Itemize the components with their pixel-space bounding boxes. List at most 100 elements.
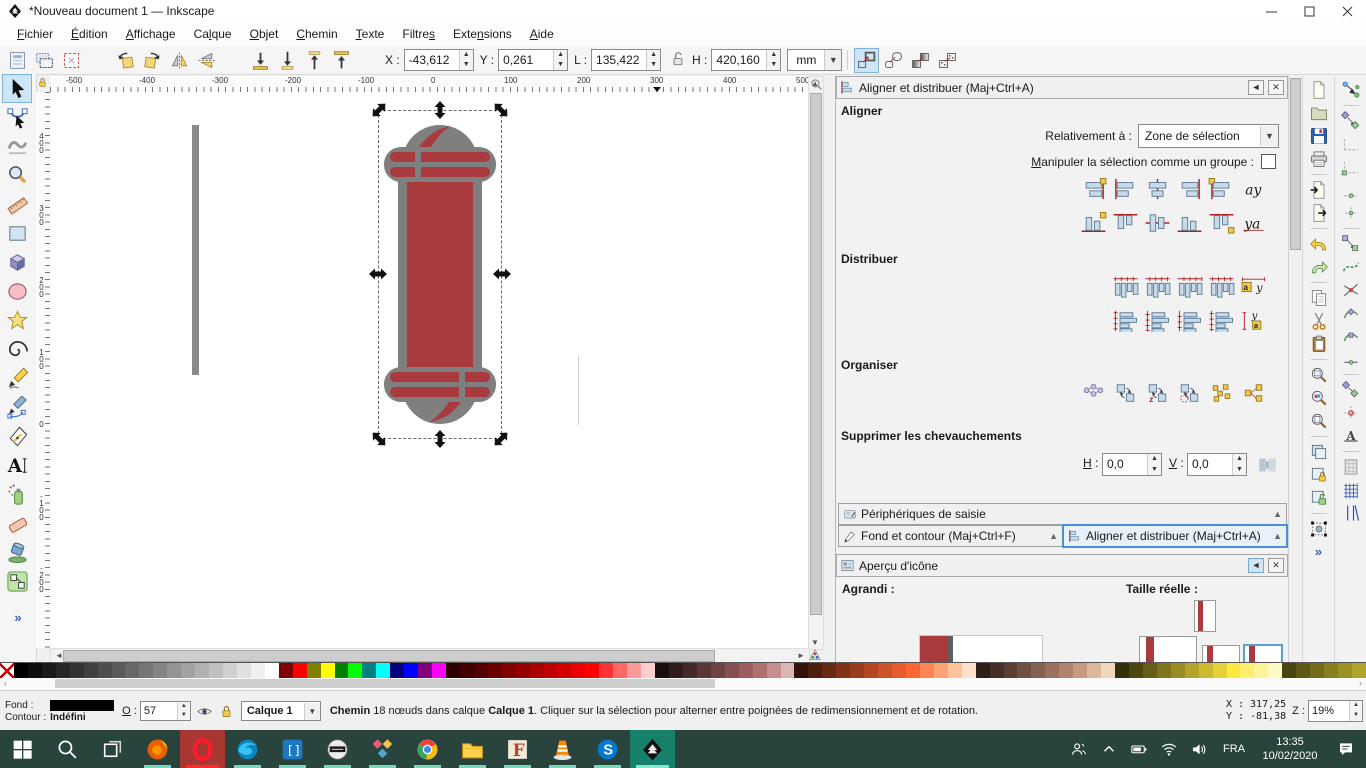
transform-gradients-icon[interactable] <box>908 48 933 73</box>
copy-icon[interactable] <box>1307 286 1331 309</box>
palette-swatch[interactable] <box>125 663 140 679</box>
palette-swatch[interactable] <box>808 663 823 679</box>
taskbar-item[interactable] <box>450 730 495 768</box>
snap-page-border-icon[interactable] <box>1339 455 1363 478</box>
paint-bucket-icon[interactable] <box>2 538 32 567</box>
snap-enabled-icon[interactable] <box>1339 78 1363 101</box>
palette-swatch[interactable] <box>1282 663 1297 679</box>
more-icon[interactable]: » <box>1307 540 1331 563</box>
palette-swatch[interactable] <box>1170 663 1185 679</box>
menu-item[interactable]: Édition <box>62 24 117 44</box>
zoom-page-icon[interactable] <box>1307 409 1331 432</box>
palette-swatch[interactable] <box>919 663 934 679</box>
language-indicator[interactable]: FRA <box>1214 743 1254 755</box>
redo-icon[interactable] <box>1307 255 1331 278</box>
palette-swatch[interactable] <box>1338 663 1352 679</box>
palette-swatch[interactable] <box>446 663 460 679</box>
palette-swatch[interactable] <box>1031 663 1046 679</box>
palette-swatch[interactable] <box>947 663 962 679</box>
palette-swatch[interactable] <box>752 663 767 679</box>
palette-swatch[interactable] <box>139 663 154 679</box>
palette-swatch[interactable] <box>613 663 628 679</box>
menu-item[interactable]: Extensions <box>444 24 521 44</box>
palette-swatch[interactable] <box>418 663 433 679</box>
tray-item[interactable] <box>1124 730 1154 768</box>
distribute-top-edges-icon[interactable] <box>1110 308 1140 334</box>
menu-item[interactable]: Objet <box>241 24 288 44</box>
dock-scrollbar[interactable] <box>1288 76 1302 662</box>
palette-swatch[interactable] <box>404 663 419 679</box>
palette-swatch[interactable] <box>780 663 795 679</box>
palette-swatch[interactable] <box>1087 663 1102 679</box>
tray-item[interactable] <box>1064 730 1094 768</box>
palette-swatch[interactable] <box>1198 663 1213 679</box>
scale-handle-n[interactable] <box>434 101 446 119</box>
align-right-to-anchor-left-icon[interactable] <box>1078 176 1108 202</box>
palette-swatch[interactable] <box>1324 663 1338 679</box>
layer-dropdown[interactable]: Calque 1 ▼ <box>240 701 321 721</box>
palette-swatch[interactable] <box>1268 663 1283 679</box>
palette-swatch[interactable] <box>320 663 335 679</box>
box-3d-icon[interactable] <box>2 248 32 277</box>
align-top-edges-icon[interactable] <box>1110 210 1140 236</box>
snap-object-centers-icon[interactable] <box>1339 378 1363 401</box>
distribute-text-horizontal-icon[interactable]: ay <box>1238 274 1268 300</box>
palette-swatch[interactable] <box>766 663 781 679</box>
fill-color-swatch[interactable] <box>50 699 115 711</box>
ruler-zoom-icon[interactable] <box>810 78 823 91</box>
taskbar-item[interactable] <box>540 730 585 768</box>
palette-swatch[interactable] <box>459 663 474 679</box>
distribute-left-edges-icon[interactable] <box>1110 274 1140 300</box>
unit-dropdown[interactable]: mm ▼ <box>787 49 843 71</box>
palette-swatch[interactable] <box>487 663 502 679</box>
zoom-drawing-icon[interactable] <box>1307 386 1331 409</box>
palette-swatch[interactable] <box>850 663 865 679</box>
palette-swatch[interactable] <box>724 663 739 679</box>
palette-swatch[interactable] <box>905 663 920 679</box>
snap-cusp-nodes-icon[interactable] <box>1339 301 1363 324</box>
palette-swatch[interactable] <box>69 663 84 679</box>
vertical-ruler[interactable]: 400 300 200 100 0 -100 -200 <box>36 92 51 648</box>
menu-item[interactable]: Affichage <box>117 24 185 44</box>
clock[interactable]: 13:35 10/02/2020 <box>1254 735 1326 763</box>
cut-icon[interactable] <box>1307 309 1331 332</box>
flip-vertical-icon[interactable] <box>194 48 219 73</box>
palette-swatch[interactable] <box>195 663 210 679</box>
new-document-icon[interactable] <box>1307 78 1331 101</box>
flip-horizontal-icon[interactable] <box>167 48 192 73</box>
lower-to-bottom-icon[interactable] <box>248 48 273 73</box>
scrollbar-thumb[interactable] <box>55 679 715 688</box>
color-management-icon[interactable] <box>808 648 822 662</box>
undock-button[interactable]: ◄ <box>1248 80 1264 95</box>
palette-swatch[interactable] <box>543 663 558 679</box>
y-field[interactable]: 0,261 ▲ ▼ <box>498 49 569 71</box>
palette-swatch[interactable] <box>641 663 656 679</box>
palette-swatch[interactable] <box>292 663 307 679</box>
command-button[interactable] <box>1309 509 1329 517</box>
selector-icon[interactable] <box>2 74 32 103</box>
minimize-button[interactable] <box>1252 0 1290 22</box>
raise-icon[interactable] <box>302 48 327 73</box>
tray-item[interactable] <box>1094 730 1124 768</box>
scrollbar-thumb[interactable] <box>810 93 822 615</box>
palette-swatch[interactable] <box>599 663 614 679</box>
palette-swatch[interactable] <box>1184 663 1199 679</box>
select-all-in-all-layers-icon[interactable] <box>32 48 57 73</box>
palette-swatch[interactable] <box>1059 663 1074 679</box>
snap-button[interactable] <box>1341 224 1361 232</box>
spiral-icon[interactable] <box>2 335 32 364</box>
scale-stroke-with-object-icon[interactable] <box>854 47 880 73</box>
command-button[interactable] <box>1309 355 1329 363</box>
menu-item[interactable]: Filtres <box>393 24 444 44</box>
command-button[interactable] <box>1309 224 1329 232</box>
palette-swatch[interactable] <box>1003 663 1018 679</box>
snap-button[interactable] <box>1341 101 1361 109</box>
align-text-anchor-vertical-icon[interactable]: ya <box>1238 210 1268 236</box>
layer-lock-icon[interactable] <box>218 703 235 720</box>
snap-nodes-icon[interactable] <box>1339 232 1363 255</box>
distribute-equal-horizontal-gaps-icon[interactable] <box>1206 274 1236 300</box>
v-gap-field[interactable]: 0,0 ▲ ▼ <box>1187 453 1247 476</box>
snap-bbox-edges-icon[interactable] <box>1339 132 1363 155</box>
paste-icon[interactable] <box>1307 332 1331 355</box>
scrollbar-thumb[interactable] <box>1290 78 1301 250</box>
